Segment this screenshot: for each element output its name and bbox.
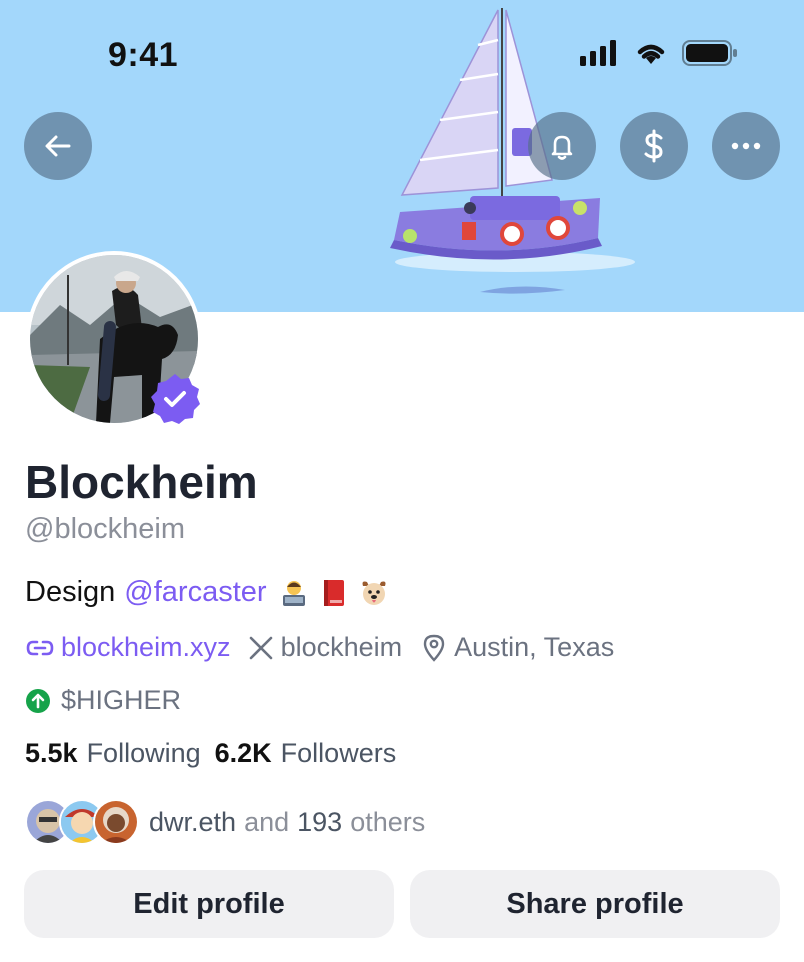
status-icons — [580, 40, 738, 66]
followers-count: 6.2K — [214, 738, 272, 768]
mutual-others: others — [350, 806, 426, 837]
display-name: Blockheim — [25, 456, 258, 508]
cellular-signal-icon — [580, 40, 616, 66]
technologist-emoji — [282, 580, 305, 606]
mutual-count: 193 — [297, 806, 343, 837]
token-text: $HIGHER — [61, 685, 182, 715]
status-time: 9:41 — [108, 36, 179, 74]
more-button[interactable] — [712, 112, 780, 180]
mutual-and: and — [244, 806, 290, 837]
notifications-button[interactable] — [528, 112, 596, 180]
bio-text: Design — [25, 576, 116, 608]
arrow-left-icon — [45, 135, 71, 157]
bio: Design @farcaster — [25, 576, 389, 609]
follow-stats: 5.5k Following 6.2K Followers — [25, 738, 396, 769]
username: @blockheim — [25, 513, 185, 545]
link-icon — [26, 640, 54, 655]
website-text: blockheim.xyz — [61, 632, 231, 662]
back-button[interactable] — [24, 112, 92, 180]
token-channel[interactable]: $HIGHER — [25, 685, 181, 716]
mutual-followers[interactable]: dwr.eth and 193 others — [25, 799, 425, 845]
verified-badge-icon — [151, 374, 200, 424]
dog-face-emoji — [362, 581, 386, 605]
x-logo-icon — [249, 636, 272, 659]
location: Austin, Texas — [422, 632, 614, 663]
following-count: 5.5k — [25, 738, 78, 768]
wifi-icon — [637, 44, 665, 64]
followers-stat[interactable]: 6.2K Followers — [215, 738, 397, 769]
dollar-icon — [644, 129, 663, 163]
x-handle-text: blockheim — [280, 632, 403, 662]
mutual-avatar — [93, 799, 139, 845]
following-stat[interactable]: 5.5k Following — [25, 738, 201, 769]
mutual-name: dwr.eth — [149, 806, 237, 837]
tip-button[interactable] — [620, 112, 688, 180]
following-label: Following — [86, 738, 201, 768]
followers-label: Followers — [280, 738, 397, 768]
location-pin-icon — [423, 634, 445, 662]
x-account-link[interactable]: blockheim — [249, 632, 403, 663]
bell-icon — [551, 135, 573, 160]
edit-profile-button[interactable]: Edit profile — [24, 870, 394, 938]
ellipsis-icon — [731, 142, 761, 150]
share-profile-button[interactable]: Share profile — [410, 870, 780, 938]
red-book-emoji — [323, 579, 344, 606]
bio-mention-link[interactable]: @farcaster — [124, 576, 266, 609]
location-text: Austin, Texas — [454, 632, 615, 662]
profile-links: blockheim.xyz blockheim Austin, Texas — [25, 632, 614, 663]
website-link[interactable]: blockheim.xyz — [25, 632, 231, 663]
arrow-up-circle-icon — [26, 688, 50, 713]
battery-icon — [682, 40, 737, 66]
